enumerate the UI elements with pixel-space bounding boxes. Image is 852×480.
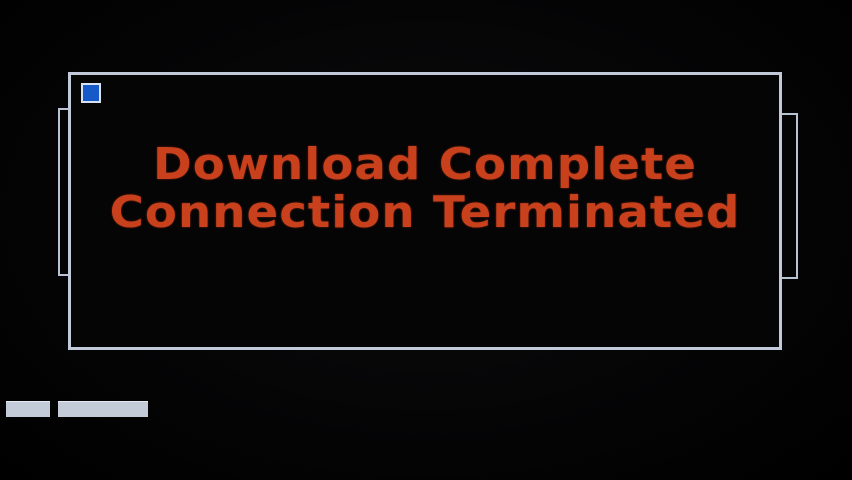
taskbar-button-2[interactable] (58, 401, 148, 417)
status-message: Download Complete Connection Terminated (50, 141, 800, 236)
message-line-download: Download Complete (152, 139, 697, 190)
window-control-square-icon[interactable] (81, 83, 101, 103)
monitor-screen: Download Complete Connection Terminated (0, 0, 852, 480)
taskbar-button-1[interactable] (6, 401, 50, 417)
message-line-connection: Connection Terminated (109, 186, 741, 238)
status-dialog: Download Complete Connection Terminated (68, 72, 782, 350)
